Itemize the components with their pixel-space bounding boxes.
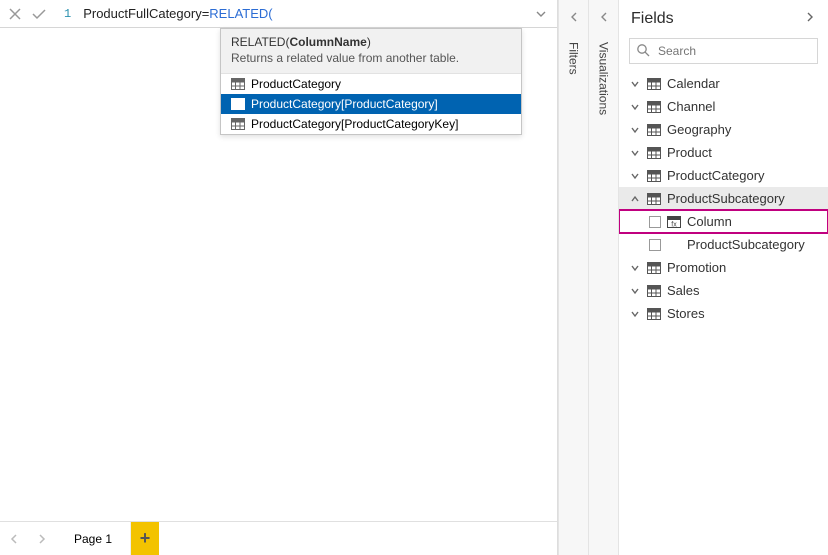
table-icon (231, 78, 245, 90)
canvas-area: 1 ProductFullCategory=RELATED( RELATED(C… (0, 0, 558, 555)
chevron-down-icon (629, 148, 641, 158)
page-prev-button[interactable] (0, 522, 28, 555)
field-checkbox[interactable] (649, 239, 661, 251)
chevron-up-icon (629, 194, 641, 204)
autocomplete-label: ProductCategory (251, 77, 341, 91)
page-tabs: Page 1 + (0, 521, 557, 555)
side-rails: Filters Visualizations (558, 0, 618, 555)
table-row[interactable]: ProductCategory (619, 164, 828, 187)
chevron-down-icon (629, 309, 641, 319)
calculated-column-icon: fx (667, 215, 681, 229)
table-icon (231, 98, 245, 110)
chevron-down-icon (629, 79, 641, 89)
field-row[interactable]: ProductSubcategory (619, 233, 828, 256)
intellisense-tooltip: RELATED(ColumnName) Returns a related va… (220, 28, 522, 135)
autocomplete-item[interactable]: ProductCategory[ProductCategory] (221, 94, 521, 114)
page-tab[interactable]: Page 1 (56, 522, 131, 555)
table-icon (647, 262, 661, 274)
field-checkbox[interactable] (649, 216, 661, 228)
table-row[interactable]: Sales (619, 279, 828, 302)
formula-bar: 1 ProductFullCategory=RELATED( (0, 0, 557, 28)
table-name: Promotion (667, 260, 726, 275)
fields-title: Fields (631, 10, 674, 28)
field-name: ProductSubcategory (687, 237, 805, 252)
chevron-down-icon (629, 102, 641, 112)
visualizations-label: Visualizations (597, 42, 611, 115)
autocomplete-item[interactable]: ProductCategory[ProductCategoryKey] (221, 114, 521, 134)
table-row[interactable]: ProductSubcategory (619, 187, 828, 210)
chevron-down-icon (629, 171, 641, 181)
svg-text:fx: fx (671, 221, 677, 228)
filters-rail[interactable]: Filters (558, 0, 588, 555)
table-row[interactable]: Promotion (619, 256, 828, 279)
page-next-button[interactable] (28, 522, 56, 555)
app-root: 1 ProductFullCategory=RELATED( RELATED(C… (0, 0, 828, 555)
add-page-button[interactable]: + (131, 522, 159, 555)
visualizations-rail[interactable]: Visualizations (588, 0, 618, 555)
fields-search (629, 38, 818, 64)
table-row[interactable]: Calendar (619, 72, 828, 95)
formula-line-number: 1 (64, 7, 71, 21)
table-icon (647, 78, 661, 90)
table-name: Product (667, 145, 712, 160)
table-name: ProductSubcategory (667, 191, 785, 206)
table-row[interactable]: Channel (619, 95, 828, 118)
filters-label: Filters (567, 42, 581, 75)
autocomplete-label: ProductCategory[ProductCategory] (251, 97, 438, 111)
table-icon (647, 101, 661, 113)
field-row[interactable]: fx Column (619, 210, 828, 233)
tooltip-description: Returns a related value from another tab… (231, 51, 511, 65)
formula-input[interactable]: ProductFullCategory=RELATED( (83, 6, 525, 22)
table-name: Calendar (667, 76, 720, 91)
collapse-pane-button[interactable] (804, 10, 816, 28)
autocomplete-label: ProductCategory[ProductCategoryKey] (251, 117, 458, 131)
autocomplete-list[interactable]: ProductCategory ProductCategory[ProductC… (221, 74, 521, 134)
table-name: ProductCategory (667, 168, 765, 183)
tables-list: Calendar Channel Geography Product ProductCa… (619, 72, 828, 555)
table-name: Channel (667, 99, 715, 114)
commit-formula-button[interactable] (30, 5, 48, 23)
table-icon (647, 193, 661, 205)
search-input[interactable] (629, 38, 818, 64)
search-icon (636, 43, 650, 62)
table-icon (231, 118, 245, 130)
fields-header: Fields (619, 0, 828, 36)
chevron-down-icon (629, 125, 641, 135)
tooltip-signature: RELATED(ColumnName) (231, 35, 511, 49)
page-tab-label: Page 1 (74, 532, 112, 546)
autocomplete-item[interactable]: ProductCategory (221, 74, 521, 94)
table-icon (647, 285, 661, 297)
cancel-formula-button[interactable] (6, 5, 24, 23)
expand-left-icon (598, 10, 610, 28)
table-name: Sales (667, 283, 700, 298)
chevron-down-icon (629, 286, 641, 296)
table-icon (647, 147, 661, 159)
fields-pane: Fields Calendar Channel Geography Product Pr… (618, 0, 828, 555)
tooltip-header: RELATED(ColumnName) Returns a related va… (221, 29, 521, 74)
expand-left-icon (568, 10, 580, 28)
table-row[interactable]: Geography (619, 118, 828, 141)
field-name: Column (687, 214, 732, 229)
table-icon (647, 308, 661, 320)
table-name: Stores (667, 306, 705, 321)
table-row[interactable]: Stores (619, 302, 828, 325)
chevron-down-icon (629, 263, 641, 273)
table-icon (647, 124, 661, 136)
table-row[interactable]: Product (619, 141, 828, 164)
table-icon (647, 170, 661, 182)
table-name: Geography (667, 122, 731, 137)
expand-formula-button[interactable] (531, 4, 551, 24)
